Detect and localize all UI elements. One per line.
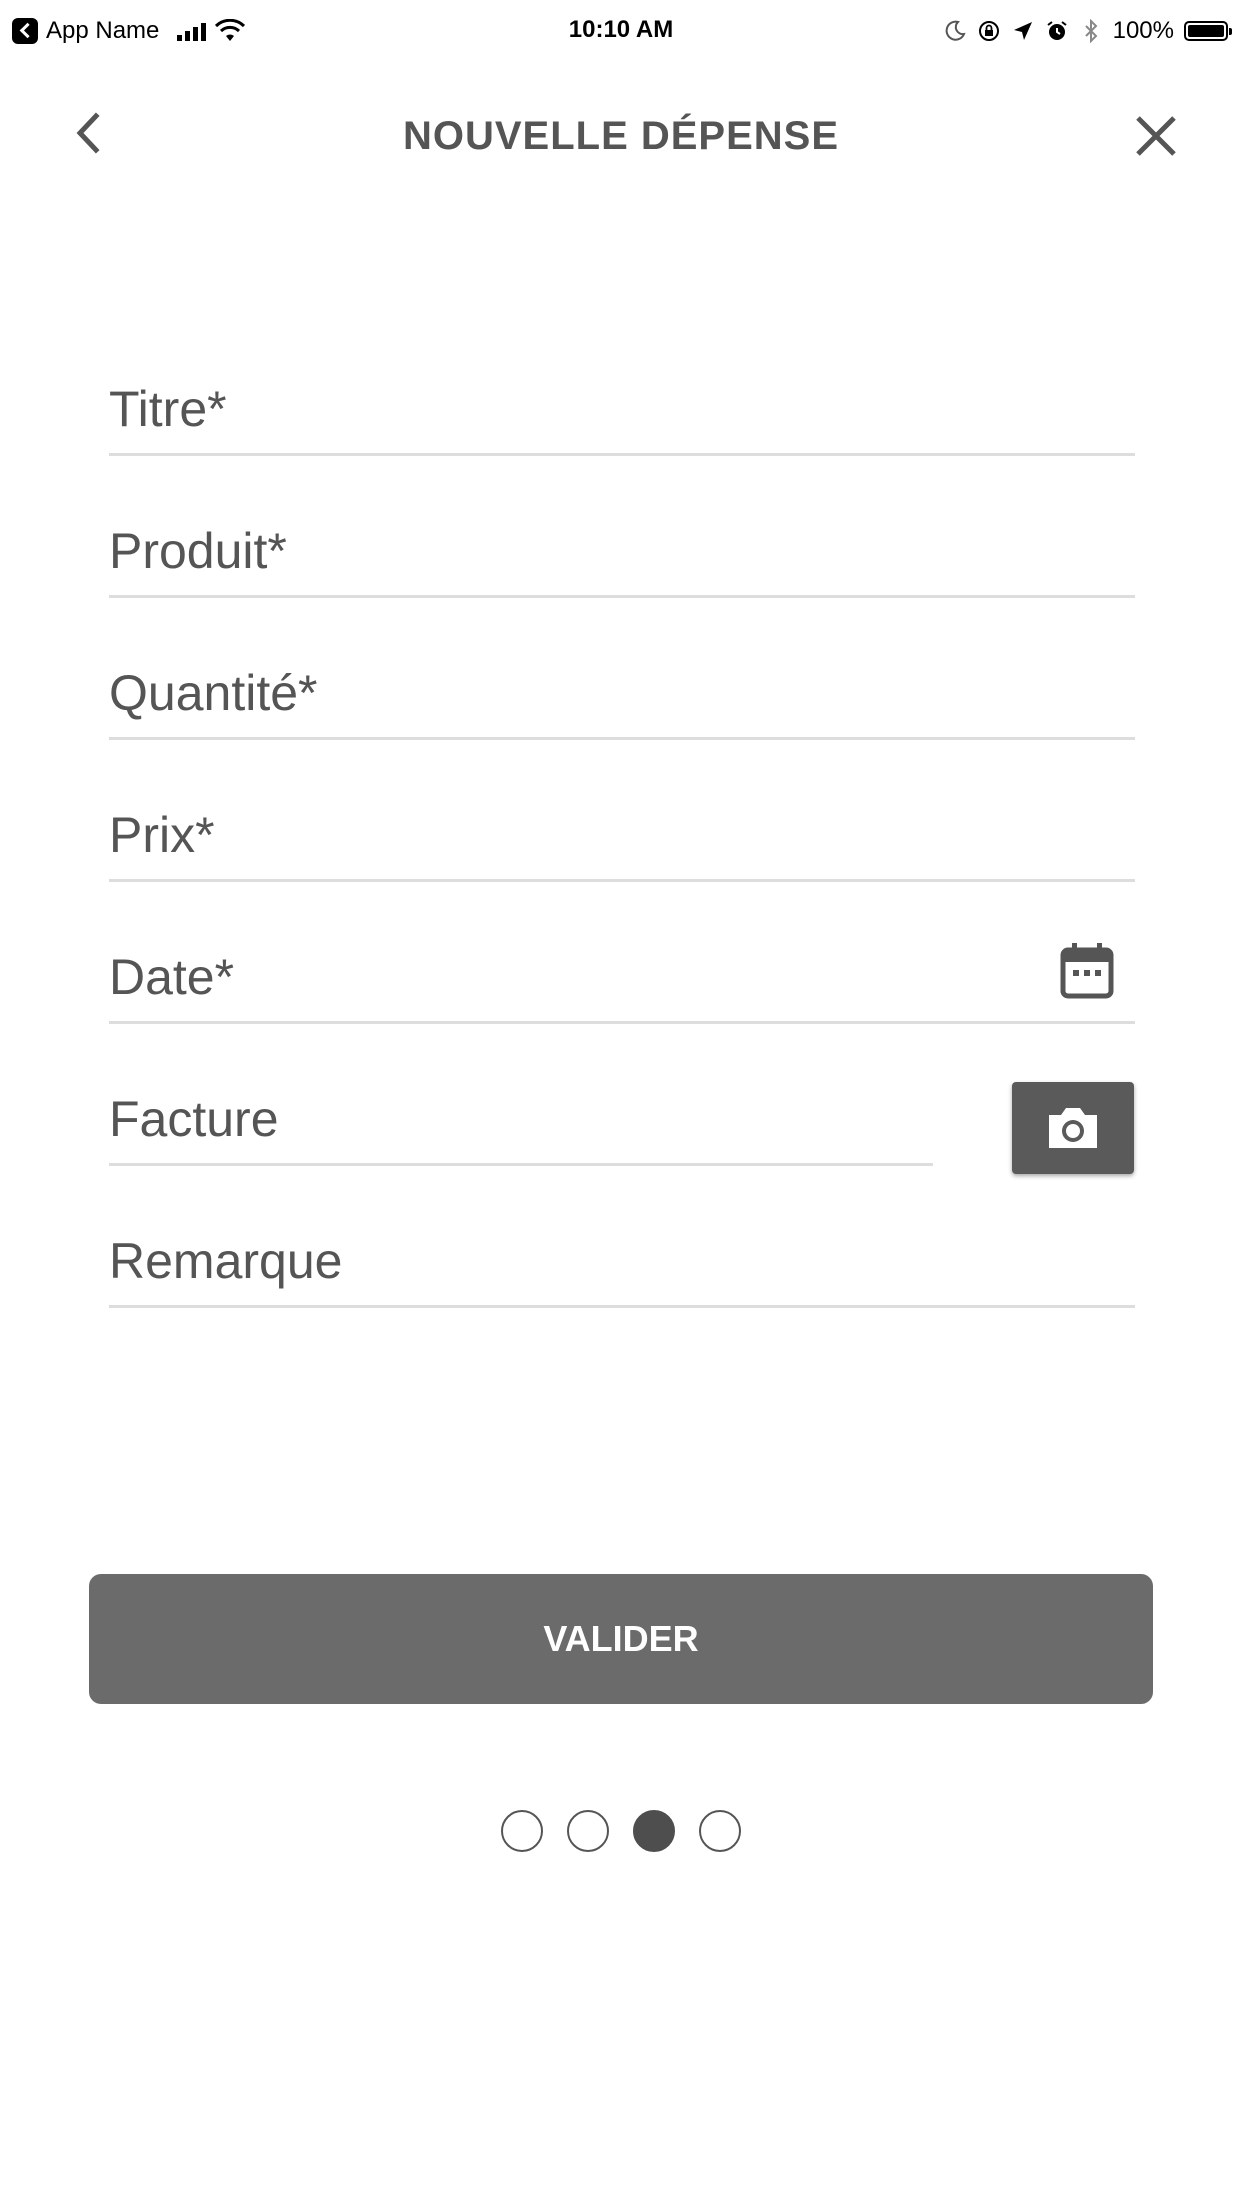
rotation-lock-icon [978, 21, 999, 41]
quantite-input[interactable] [109, 650, 1135, 736]
produit-field [109, 508, 1135, 598]
status-bar: App Name 10:10 AM 100% [0, 0, 1242, 62]
page-dot[interactable] [501, 1810, 543, 1852]
battery-percent: 100% [1112, 17, 1174, 44]
page-indicator [0, 1810, 1242, 1852]
remarque-field [109, 1218, 1135, 1308]
date-field [109, 934, 1135, 1024]
quantite-field [109, 650, 1135, 740]
prix-field [109, 792, 1135, 882]
status-right: 100% [943, 14, 1232, 48]
titre-input[interactable] [109, 366, 1135, 452]
battery-icon [1184, 21, 1232, 41]
bluetooth-icon [1084, 19, 1098, 43]
submit-button[interactable]: VALIDER [89, 1574, 1153, 1704]
produit-input[interactable] [109, 508, 1135, 594]
calendar-icon[interactable] [1059, 940, 1115, 1000]
header: NOUVELLE DÉPENSE [0, 96, 1242, 176]
facture-input[interactable] [109, 1076, 933, 1162]
alarm-icon [1047, 21, 1067, 40]
titre-field [109, 366, 1135, 456]
page-dot[interactable] [567, 1810, 609, 1852]
camera-icon [1049, 1108, 1097, 1148]
remarque-input[interactable] [109, 1218, 1135, 1304]
page-title: NOUVELLE DÉPENSE [402, 114, 840, 158]
close-icon[interactable] [1128, 108, 1184, 164]
moon-icon [945, 20, 966, 41]
camera-button[interactable] [1012, 1082, 1134, 1174]
location-icon [1013, 22, 1032, 40]
prix-input[interactable] [109, 792, 1135, 878]
date-input[interactable] [109, 934, 1135, 1020]
facture-field [109, 1076, 933, 1166]
page-dot[interactable] [633, 1810, 675, 1852]
page-dot[interactable] [699, 1810, 741, 1852]
